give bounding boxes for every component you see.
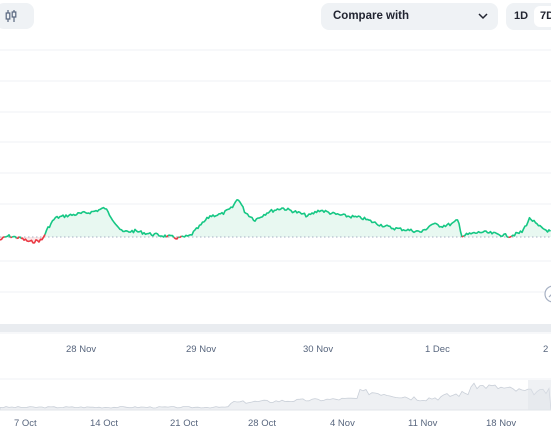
price-area-fill-below	[0, 237, 551, 243]
navigator-tick-label: 11 Nov	[408, 418, 438, 429]
x-tick-label: 30 Nov	[303, 344, 333, 355]
range-navigator[interactable]: 7 Oct 14 Oct 21 Oct 28 Oct 4 Nov 11 Nov …	[0, 378, 551, 429]
price-line-down	[179, 235, 183, 239]
navigator-tick-label: 7 Oct	[14, 418, 37, 429]
navigator-tick-label: 4 Nov	[330, 418, 355, 429]
price-chart[interactable]: 28 Nov 29 Nov 30 Nov 1 Dec 2 7 Oct 14 Oc…	[0, 0, 551, 431]
x-tick-label: 28 Nov	[66, 344, 96, 355]
price-line-down	[10, 236, 13, 239]
price-line-up	[11, 235, 18, 239]
navigator-tick-label: 14 Oct	[90, 418, 118, 429]
x-tick-label: 1 Dec	[425, 344, 450, 355]
price-line-down	[508, 235, 512, 239]
price-area-fill	[0, 199, 551, 237]
price-line-down	[461, 235, 464, 238]
price-line-up	[4, 234, 12, 238]
navigator-tick-label: 28 Oct	[248, 418, 276, 429]
price-area	[0, 199, 551, 243]
navigator-tick-label: 21 Oct	[170, 418, 198, 429]
zoom-reset-icon[interactable]	[544, 285, 551, 303]
volume-strip	[0, 324, 551, 332]
gridlines	[0, 49, 551, 293]
x-tick-label: 2	[543, 344, 548, 355]
x-tick-label: 29 Nov	[186, 344, 216, 355]
navigator-area	[0, 382, 551, 411]
navigator-tick-label: 18 Nov	[486, 418, 516, 429]
navigator-selection[interactable]	[528, 380, 551, 410]
